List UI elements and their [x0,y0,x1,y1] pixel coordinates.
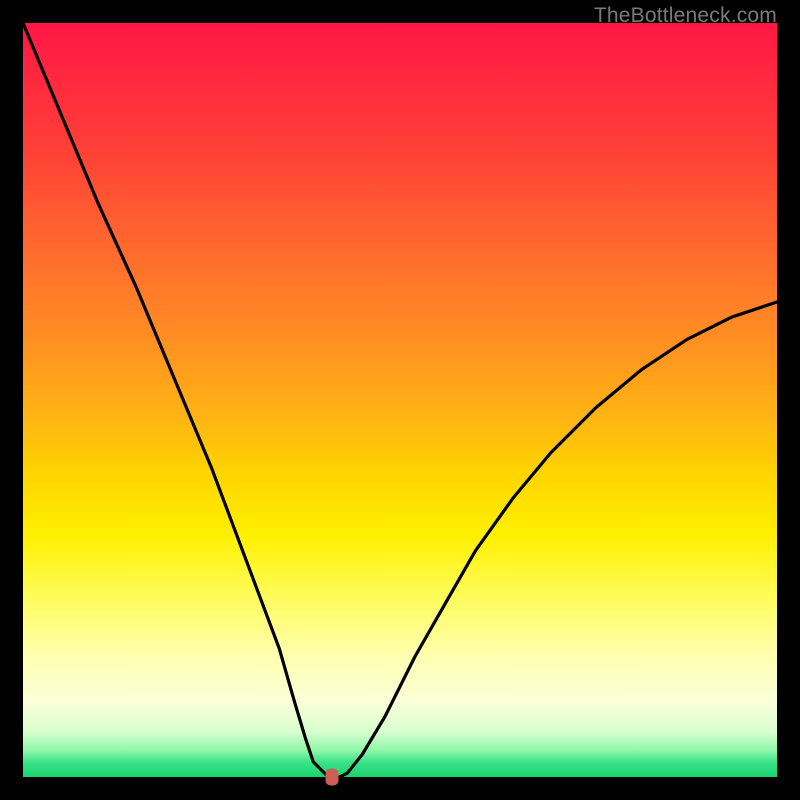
plot-area [23,23,777,777]
chart-frame: TheBottleneck.com [0,0,800,800]
data-point-marker [326,769,339,786]
curve-line [23,23,777,777]
watermark-text: TheBottleneck.com [594,4,777,28]
